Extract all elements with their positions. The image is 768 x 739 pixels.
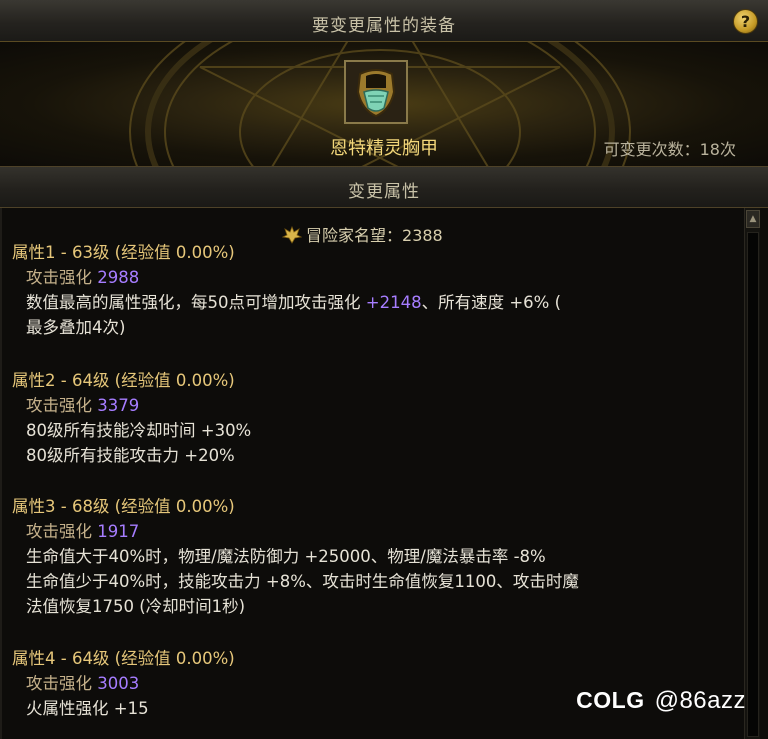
scroll-up-arrow-icon[interactable]: ▲ — [746, 210, 760, 228]
desc-text: 最多叠加4次) — [26, 318, 126, 337]
attribute-header: 属性3 - 68级 (经验值 0.00%) — [12, 497, 235, 516]
attribute-description-line: 80级所有技能冷却时间 +30% — [26, 421, 252, 440]
attribute-block-3[interactable]: 属性3 - 68级 (经验值 0.00%) 攻击强化 1917 生命值大于40%… — [12, 494, 732, 619]
stat-value: 3003 — [97, 674, 140, 693]
attribute-stat: 攻击强化 1917 — [12, 519, 732, 544]
attribute-header: 属性4 - 64级 (经验值 0.00%) — [12, 649, 235, 668]
equipment-change-window: 要变更属性的装备 ? 恩特精灵胸甲 可变更次数：18次 变更属性 冒险家名望：2… — [0, 0, 768, 739]
attribute-description-line: 最多叠加4次) — [12, 315, 732, 340]
watermark-handle: @86azz — [654, 687, 746, 714]
attribute-description-line: 生命值少于40%时，技能攻击力 +8%、攻击时生命值恢复1100、攻击时魔 — [26, 572, 579, 591]
desc-text: 数值最高的属性强化，每50点可增加攻击强化 — [26, 293, 366, 312]
stat-label: 攻击强化 — [26, 268, 92, 287]
attribute-description-line: 数值最高的属性强化，每50点可增加攻击强化 +2148、所有速度 +6% ( — [12, 290, 732, 315]
item-banner: 恩特精灵胸甲 可变更次数：18次 — [0, 42, 768, 166]
stat-label: 攻击强化 — [26, 674, 92, 693]
attribute-list: 冒险家名望：2388 属性1 - 63级 (经验值 0.00%) 攻击强化 29… — [0, 208, 742, 739]
colg-logo: COLG — [576, 687, 645, 713]
section-title: 变更属性 — [348, 182, 420, 202]
window-title: 要变更属性的装备 — [312, 16, 456, 36]
attribute-header: 属性1 - 63级 (经验值 0.00%) — [12, 243, 235, 262]
watermark: COLG @86azz — [576, 687, 746, 715]
help-button[interactable]: ? — [733, 9, 758, 34]
attribute-block-2[interactable]: 属性2 - 64级 (经验值 0.00%) 攻击强化 3379 80级所有技能冷… — [12, 368, 732, 468]
stat-label: 攻击强化 — [26, 522, 92, 541]
attribute-stat: 攻击强化 3379 — [12, 393, 732, 418]
change-count: 可变更次数：18次 — [603, 140, 736, 159]
chest-armor-icon — [346, 62, 406, 122]
scroll-track[interactable] — [747, 232, 759, 737]
attribute-stat: 攻击强化 2988 — [12, 265, 732, 290]
attribute-description-line: 法值恢复1750 (冷却时间1秒) — [26, 597, 246, 616]
attribute-description-line: 生命值大于40%时，物理/魔法防御力 +25000、物理/魔法暴击率 -8% — [26, 547, 546, 566]
stat-label: 攻击强化 — [26, 396, 92, 415]
section-bar: 变更属性 — [0, 166, 768, 208]
attribute-block-1[interactable]: 属性1 - 63级 (经验值 0.00%) 攻击强化 2988 数值最高的属性强… — [12, 240, 732, 340]
desc-highlight: +2148 — [365, 293, 422, 312]
stat-value: 3379 — [97, 396, 140, 415]
stat-value: 1917 — [97, 522, 140, 541]
title-bar: 要变更属性的装备 ? — [0, 0, 768, 42]
item-slot[interactable] — [344, 60, 408, 124]
stat-value: 2988 — [97, 268, 140, 287]
scrollbar[interactable]: ▲ — [744, 208, 760, 739]
attribute-header: 属性2 - 64级 (经验值 0.00%) — [12, 371, 235, 390]
desc-text: 、所有速度 +6% ( — [421, 293, 562, 312]
attribute-description-line: 80级所有技能攻击力 +20% — [26, 446, 235, 465]
